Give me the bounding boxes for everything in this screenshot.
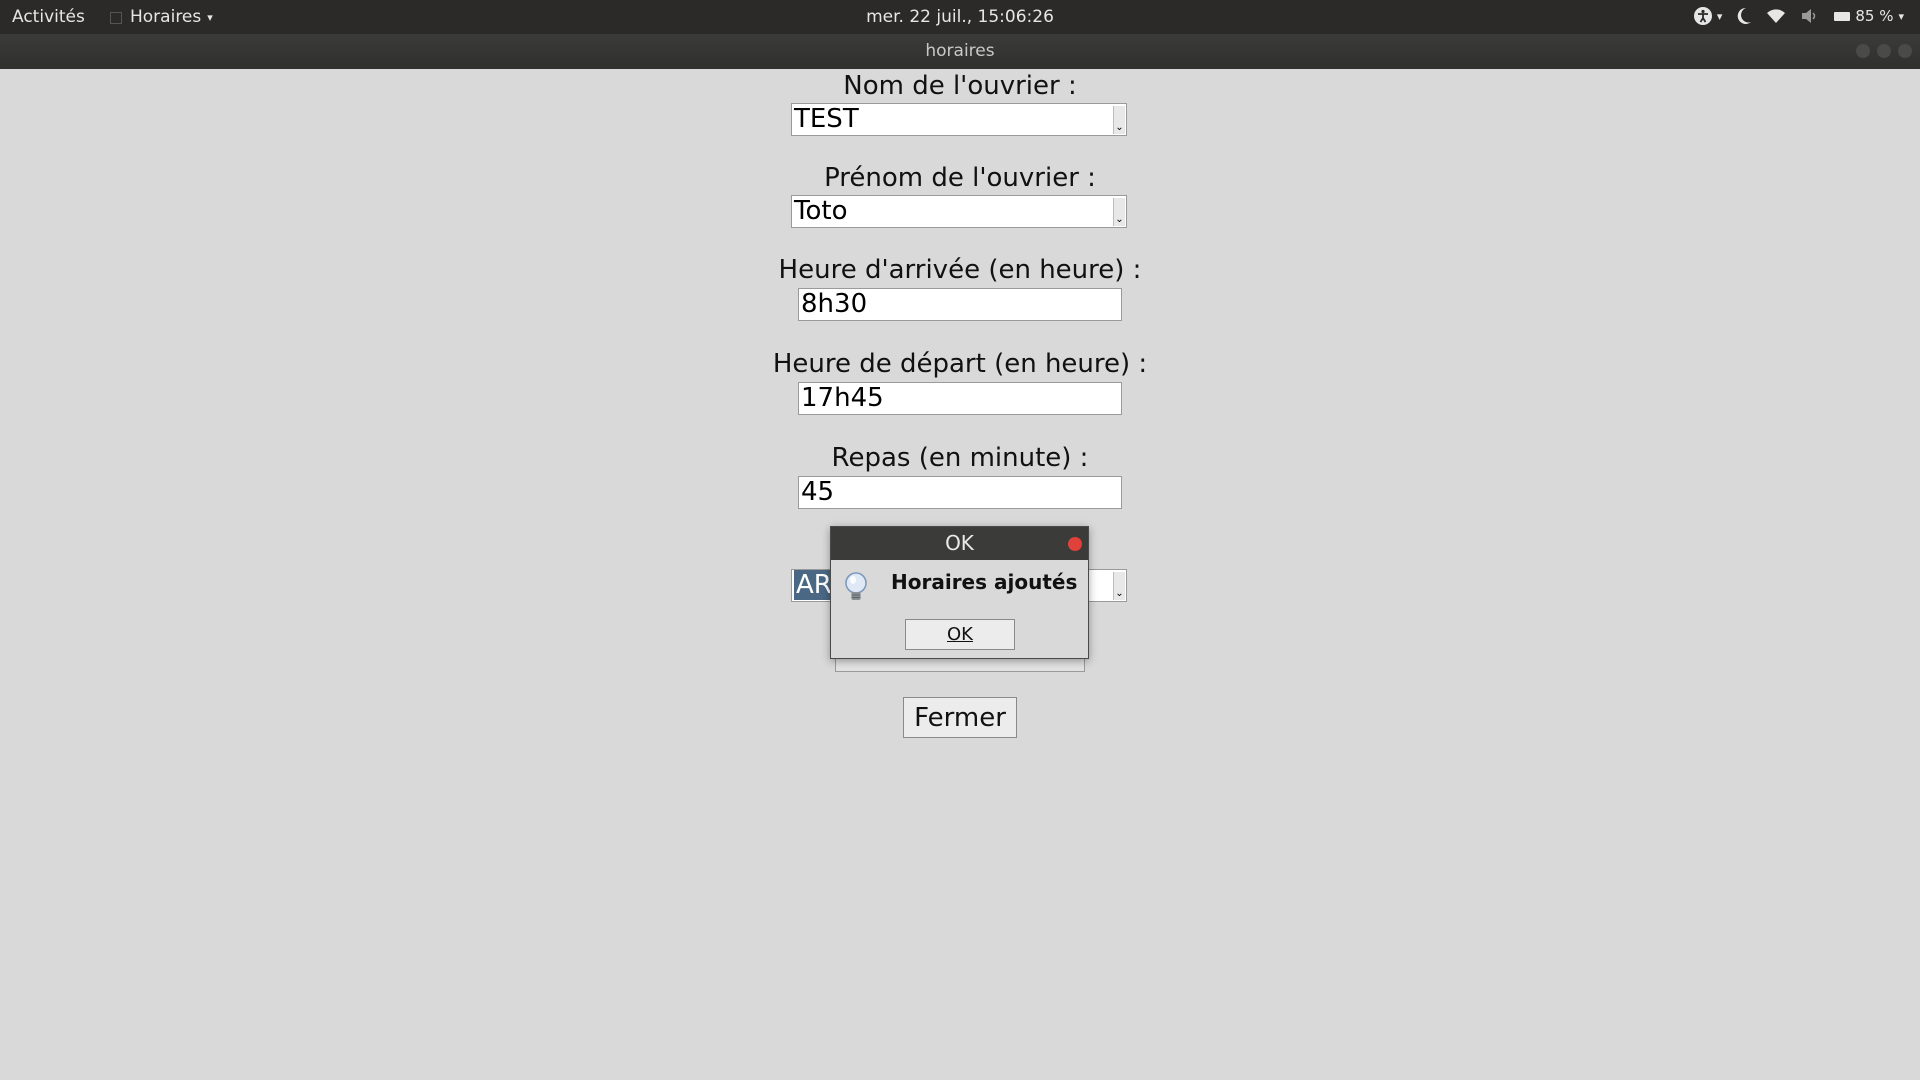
repas-label: Repas (en minute) : bbox=[831, 443, 1089, 473]
fermer-button[interactable]: Fermer bbox=[903, 697, 1017, 738]
type-value: AR bbox=[794, 570, 834, 600]
dropdown-handle-icon[interactable]: ⌄ bbox=[1113, 198, 1125, 226]
close-button[interactable] bbox=[1898, 44, 1912, 58]
app-icon bbox=[110, 12, 122, 24]
app-menu[interactable]: Horaires ▾ bbox=[110, 7, 213, 27]
top-bar: Activités Horaires ▾ mer. 22 juil., 15:0… bbox=[0, 0, 1920, 34]
nom-label: Nom de l'ouvrier : bbox=[843, 71, 1077, 101]
clock[interactable]: mer. 22 juil., 15:06:26 bbox=[0, 7, 1920, 27]
nom-combobox[interactable]: TEST ⌄ bbox=[791, 103, 1127, 136]
repas-input[interactable]: 45 bbox=[798, 476, 1122, 509]
prenom-combobox[interactable]: Toto ⌄ bbox=[791, 195, 1127, 228]
arrivee-label: Heure d'arrivée (en heure) : bbox=[778, 255, 1142, 285]
window-titlebar[interactable]: horaires bbox=[0, 34, 1920, 69]
accessibility-icon[interactable]: ▾ bbox=[1693, 6, 1723, 26]
prenom-label: Prénom de l'ouvrier : bbox=[824, 163, 1096, 193]
window-title: horaires bbox=[925, 41, 995, 61]
battery-indicator[interactable]: 85 % ▾ bbox=[1834, 7, 1904, 25]
dropdown-handle-icon[interactable]: ⌄ bbox=[1113, 106, 1125, 134]
night-light-icon bbox=[1736, 7, 1752, 25]
volume-icon bbox=[1800, 8, 1820, 24]
dialog-message: Horaires ajoutés bbox=[891, 570, 1078, 594]
wifi-icon bbox=[1766, 8, 1786, 24]
depart-input[interactable]: 17h45 bbox=[798, 382, 1122, 415]
dropdown-handle-icon[interactable]: ⌄ bbox=[1113, 572, 1125, 600]
maximize-button[interactable] bbox=[1877, 44, 1891, 58]
battery-percent: 85 % bbox=[1855, 7, 1894, 25]
app-menu-label: Horaires bbox=[130, 7, 202, 27]
status-area[interactable]: ▾ 85 % ▾ bbox=[1693, 6, 1904, 26]
message-dialog: OK Horaires ajoutés OK bbox=[830, 526, 1089, 659]
dialog-ok-button[interactable]: OK bbox=[905, 619, 1015, 650]
lightbulb-icon bbox=[843, 571, 869, 603]
depart-label: Heure de départ (en heure) : bbox=[772, 349, 1148, 379]
battery-icon bbox=[1834, 11, 1851, 21]
arrivee-input[interactable]: 8h30 bbox=[798, 288, 1122, 321]
chevron-down-icon: ▾ bbox=[207, 10, 213, 24]
chevron-down-icon: ▾ bbox=[1716, 9, 1723, 23]
dialog-titlebar[interactable]: OK bbox=[831, 527, 1088, 560]
prenom-value: Toto bbox=[794, 196, 848, 226]
chevron-down-icon: ▾ bbox=[1898, 9, 1904, 23]
minimize-button[interactable] bbox=[1856, 44, 1870, 58]
dialog-title: OK bbox=[945, 531, 974, 555]
window-controls bbox=[1856, 44, 1912, 58]
dialog-close-button[interactable] bbox=[1068, 537, 1082, 551]
activities-button[interactable]: Activités bbox=[12, 7, 85, 27]
nom-value: TEST bbox=[794, 104, 859, 134]
dialog-ok-label: OK bbox=[947, 624, 973, 645]
